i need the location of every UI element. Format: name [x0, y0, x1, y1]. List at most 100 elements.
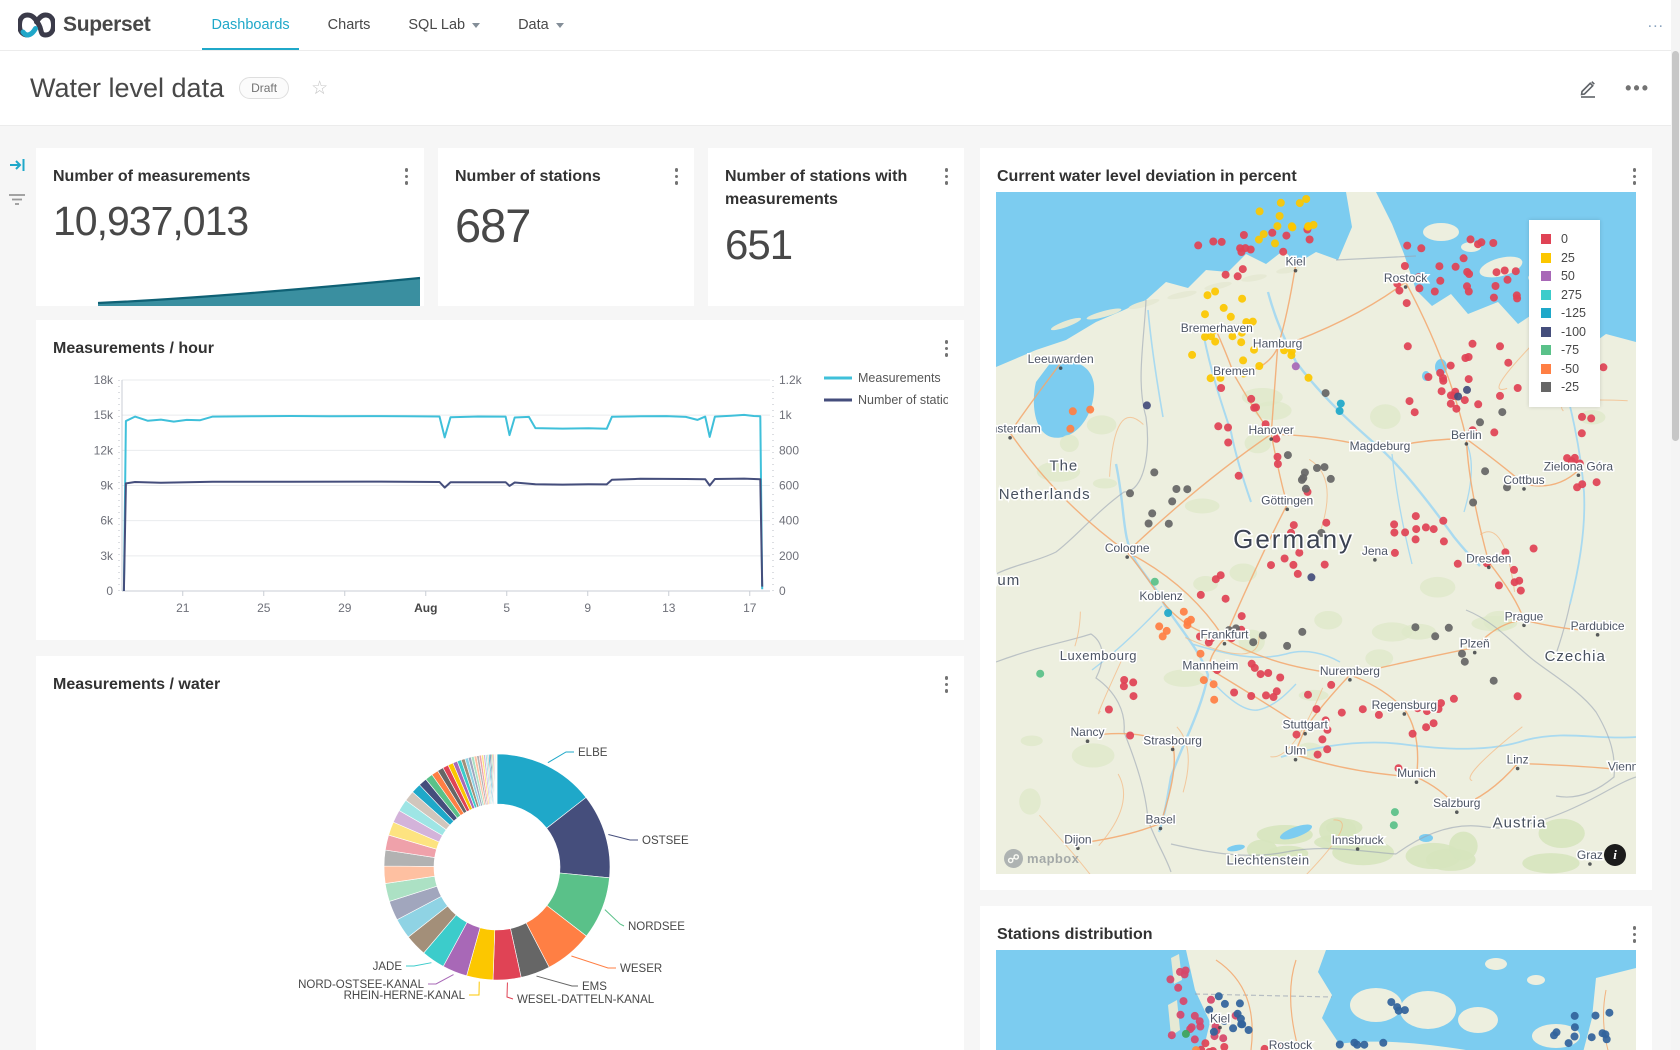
- map-city-label-munich: Munich: [1397, 766, 1436, 780]
- svg-text:400: 400: [779, 514, 799, 528]
- svg-text:600: 600: [779, 479, 799, 493]
- mapbox-attribution[interactable]: ☍ mapbox: [1004, 849, 1079, 868]
- legend-row-275: 275: [1541, 286, 1586, 305]
- kpi-value: 10,937,013: [36, 188, 424, 245]
- kpi-card-stations: Number of stations 687: [438, 148, 694, 306]
- dashboard-header: Water level data Draft ☆ •••: [0, 51, 1680, 126]
- nav-item-dashboards[interactable]: Dashboards: [192, 0, 308, 50]
- map-canvas: KielRostock: [996, 950, 1636, 1050]
- top-nav: Superset DashboardsChartsSQL LabData ...: [0, 0, 1680, 51]
- favorite-star-icon[interactable]: ☆: [311, 77, 328, 100]
- nav-item-sql-lab[interactable]: SQL Lab: [389, 0, 499, 50]
- map-info-icon[interactable]: i: [1604, 844, 1626, 866]
- svg-text:1k: 1k: [779, 408, 793, 422]
- legend-swatch: [1541, 290, 1551, 300]
- edit-pencil-icon[interactable]: [1577, 77, 1599, 99]
- chart-menu-icon[interactable]: [673, 166, 681, 187]
- filter-list-icon[interactable]: [0, 184, 34, 214]
- chart-menu-icon[interactable]: [1631, 924, 1639, 945]
- svg-text:1.2k: 1.2k: [779, 373, 803, 387]
- map-city-label-austria: Austria: [1493, 815, 1547, 832]
- legend-item-measurements[interactable]: Measurements: [824, 371, 941, 385]
- svg-text:12k: 12k: [94, 443, 114, 457]
- svg-text:200: 200: [779, 549, 799, 563]
- map-city-label-strasbourg: Strasbourg: [1143, 733, 1202, 747]
- chevron-down-icon: [472, 23, 480, 28]
- page-scrollbar[interactable]: [1671, 0, 1680, 1050]
- map-city-label-the: The: [1049, 457, 1078, 474]
- donut-label-ems: EMS: [582, 981, 607, 993]
- line-chart-card: Measurements / hour 003k2006k4009k60012k…: [36, 320, 964, 640]
- donut-label-nordsee: NORDSEE: [628, 921, 685, 933]
- deviation-map[interactable]: LeeuwardenAmsterdamTheNetherlandsBremerh…: [996, 192, 1636, 874]
- deviation-map-card: Current water level deviation in percent…: [980, 148, 1652, 890]
- map-city-label-mannheim: Mannheim: [1182, 658, 1238, 672]
- kpi-card-stations-with-measurements: Number of stations with measurements 651: [708, 148, 964, 306]
- nav-item-data[interactable]: Data: [499, 0, 583, 50]
- stations-map[interactable]: KielRostock: [996, 950, 1636, 1050]
- nav-overflow-button[interactable]: ...: [1648, 14, 1664, 32]
- chart-menu-icon[interactable]: [943, 338, 951, 359]
- map-city-label-germany: Germany: [1233, 524, 1354, 554]
- legend-row--25: -25: [1541, 378, 1586, 397]
- legend-item-number-of-stations[interactable]: Number of stations: [824, 393, 948, 407]
- map-city-label-berlin: Berlin: [1451, 428, 1482, 442]
- map-city-label-pardubice: Pardubice: [1571, 619, 1625, 633]
- chart-menu-icon[interactable]: [403, 166, 411, 187]
- legend-row--75: -75: [1541, 341, 1586, 360]
- donut-chart: ELBEOSTSEENORDSEEWESEREMSWESEL-DATTELN-K…: [52, 700, 948, 1034]
- svg-text:9: 9: [584, 601, 591, 615]
- svg-text:25: 25: [257, 601, 271, 615]
- chart-title: Measurements / hour: [36, 320, 964, 360]
- svg-text:5: 5: [503, 601, 510, 615]
- map-city-label-belgium: Belgium: [996, 572, 1020, 589]
- map-city-label-dijon: Dijon: [1064, 832, 1091, 846]
- map-city-label-frankfurt: Frankfurt: [1200, 628, 1249, 642]
- map-city-label-innsbruck: Innsbruck: [1332, 833, 1385, 847]
- donut-slice[interactable]: [496, 754, 497, 804]
- superset-logo[interactable]: Superset: [18, 12, 150, 38]
- donut-label-weser: WESER: [620, 963, 662, 975]
- kpi-sparkline: [36, 258, 424, 306]
- scrollbar-thumb[interactable]: [1672, 51, 1679, 441]
- map-city-label-prague: Prague: [1505, 609, 1544, 623]
- map-legend: 02550275-125-100-75-50-25: [1529, 220, 1600, 407]
- chart-title: Number of stations with measurements: [708, 148, 964, 211]
- expand-filters-icon[interactable]: [0, 150, 34, 180]
- legend-swatch: [1541, 364, 1551, 374]
- map-city-label-rostock: Rostock: [1384, 271, 1428, 285]
- legend-swatch: [1541, 234, 1551, 244]
- svg-text:0: 0: [779, 584, 786, 598]
- legend-swatch: [1541, 253, 1551, 263]
- map-city-label-vienna: Vienna: [1608, 759, 1636, 773]
- legend-row--100: -100: [1541, 323, 1586, 342]
- chart-menu-icon[interactable]: [943, 166, 951, 187]
- svg-text:800: 800: [779, 443, 799, 457]
- map-city-label-magdeburg: Magdeburg: [1350, 439, 1411, 453]
- legend-row-50: 50: [1541, 267, 1586, 286]
- map-city-label-koblenz: Koblenz: [1139, 589, 1182, 603]
- chart-title: Current water level deviation in percent: [980, 148, 1652, 188]
- svg-text:0: 0: [106, 584, 113, 598]
- map-city-label-cologne: Cologne: [1105, 541, 1150, 555]
- nav-item-charts[interactable]: Charts: [309, 0, 390, 50]
- superset-logo-icon: [18, 12, 55, 38]
- map-city-label-basel: Basel: [1145, 813, 1175, 827]
- svg-text:6k: 6k: [100, 514, 114, 528]
- map-city-label-kiel: Kiel: [1210, 1012, 1230, 1026]
- legend-swatch: [1541, 382, 1551, 392]
- map-city-label-g-ttingen: Göttingen: [1261, 493, 1313, 507]
- map-city-label-dresden: Dresden: [1466, 551, 1511, 565]
- draft-badge: Draft: [239, 77, 289, 99]
- map-city-label-leeuwarden: Leeuwarden: [1028, 352, 1094, 366]
- legend-swatch: [1541, 308, 1551, 318]
- header-more-icon[interactable]: •••: [1625, 78, 1650, 99]
- svg-text:29: 29: [338, 601, 352, 615]
- chart-menu-icon[interactable]: [1631, 166, 1639, 187]
- svg-text:Aug: Aug: [414, 601, 437, 615]
- chart-menu-icon[interactable]: [943, 674, 951, 695]
- map-city-label-linz: Linz: [1507, 753, 1529, 767]
- map-city-label-liechtenstein: Liechtenstein: [1226, 852, 1309, 867]
- chart-title: Number of measurements: [36, 148, 424, 188]
- chart-title: Stations distribution: [980, 906, 1652, 946]
